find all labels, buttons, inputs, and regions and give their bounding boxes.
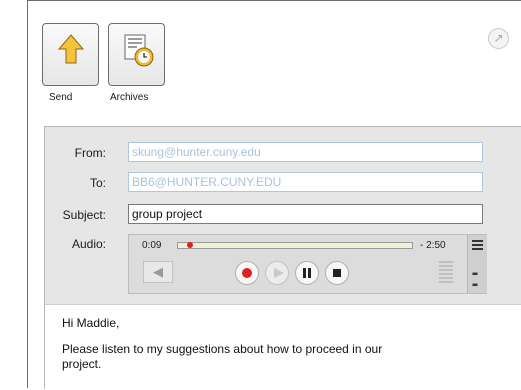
subject-field[interactable]: group project: [128, 204, 483, 224]
stop-icon: [333, 269, 341, 277]
compose-window: Send Archives ↗ From: skung@hunter.cuny.…: [27, 0, 521, 390]
from-field[interactable]: skung@hunter.cuny.edu: [128, 142, 483, 162]
audio-level-meter: [439, 261, 453, 285]
message-line-1: Please listen to my suggestions about ho…: [62, 342, 383, 356]
subject-label: Subject:: [62, 208, 106, 222]
audio-side-panel: ▪▪ ▪▪: [467, 235, 487, 293]
volume-icon[interactable]: ◀: [143, 261, 173, 283]
message-line-2: project.: [62, 357, 102, 371]
menu-icon[interactable]: [472, 240, 483, 250]
elapsed-time: 0:09: [142, 240, 162, 251]
message-body[interactable]: Hi Maddie, Please listen to my suggestio…: [45, 304, 521, 390]
record-icon: [242, 268, 252, 278]
grip-icon[interactable]: ▪▪ ▪▪: [472, 269, 478, 291]
up-arrow-icon: [57, 34, 85, 64]
pause-button[interactable]: [295, 261, 319, 285]
record-button[interactable]: [235, 261, 259, 285]
to-label: To:: [89, 176, 106, 190]
pause-icon: [303, 268, 311, 278]
playhead[interactable]: [187, 242, 193, 248]
audio-progress-track[interactable]: [177, 242, 413, 249]
send-button[interactable]: [42, 23, 99, 86]
stop-button[interactable]: [325, 261, 349, 285]
archives-button[interactable]: [108, 23, 165, 86]
remaining-time: - 2:50: [420, 240, 446, 251]
message-greeting: Hi Maddie,: [62, 316, 120, 330]
compose-panel: From: skung@hunter.cuny.edu To: BB6@HUNT…: [44, 126, 521, 390]
play-icon: [274, 268, 284, 278]
to-field[interactable]: BB6@HUNTER.CUNY.EDU: [128, 172, 483, 192]
toolbar: Send Archives ↗: [28, 1, 521, 111]
archive-clock-icon: [124, 34, 154, 67]
audio-label: Audio:: [71, 237, 106, 251]
send-label: Send: [49, 92, 73, 103]
play-button[interactable]: [265, 261, 289, 285]
archives-label: Archives: [110, 92, 149, 103]
pin-icon[interactable]: ↗: [488, 28, 509, 49]
audio-player: 0:09 - 2:50 ◀ ▪▪ ▪▪: [128, 234, 487, 294]
from-label: From:: [74, 146, 106, 160]
